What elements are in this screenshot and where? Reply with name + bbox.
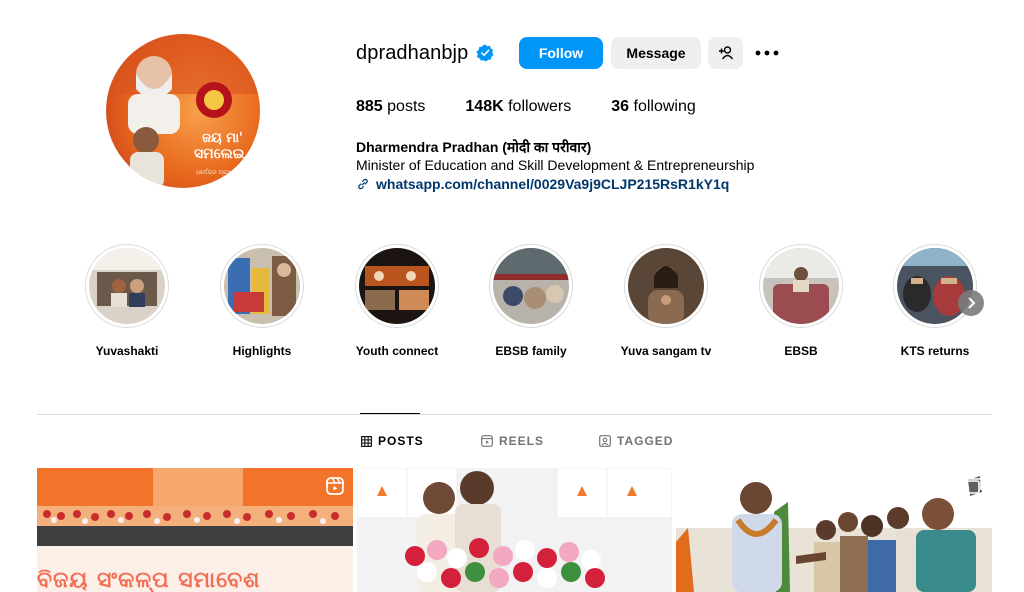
post-tile[interactable] [357,468,672,592]
highlight-item[interactable]: Highlights [219,244,305,358]
bio-full-name: Dharmendra Pradhan (मोदी का परीवार) [356,139,592,155]
grid-icon [361,435,372,447]
tagged-icon [599,435,611,447]
carousel-badge-icon [966,478,982,494]
bio-description: Minister of Education and Skill Developm… [356,157,755,173]
highlight-item[interactable]: Youth connect [354,244,440,358]
reel-badge-icon [326,477,344,495]
tab-reels[interactable]: REELS [481,434,544,448]
post-tile[interactable]: ବିଜୟ ସଂକଳ୍ପ ସମାବେଶ [37,468,353,592]
active-tab-indicator [360,413,420,414]
bio-external-link[interactable]: whatsapp.com/channel/0029Va9j9CLJP215RsR… [356,176,729,192]
svg-text:ଜୟ ମା': ଜୟ ମା' [202,131,243,146]
highlights-next-button[interactable] [958,290,984,316]
tabs-divider [37,414,992,415]
following-stat[interactable]: 36 following [611,98,696,116]
more-options-button[interactable] [754,40,780,66]
tab-posts[interactable]: POSTS [361,434,424,448]
reels-icon [481,435,493,447]
reel-badge-icon [645,477,663,495]
profile-avatar[interactable]: ଜୟ ମା' ସମଲେଇ ଧର୍ମେନ୍ଦ୍ର ପ୍ରଧାନ [106,34,260,188]
link-icon [358,178,368,190]
highlight-label: EBSB family [495,344,567,358]
story-highlights: Yuvashakti Highlights Youth connect EBSB… [84,244,984,364]
more-options-icon [755,50,779,56]
highlight-label: EBSB [784,344,818,358]
follow-button[interactable]: Follow [519,37,603,69]
highlight-item[interactable]: EBSB [758,244,844,358]
message-button[interactable]: Message [611,37,701,69]
username: dpradhanbjp [356,41,469,64]
posts-stat: 885 posts [356,98,426,115]
profile-stats: 885 posts 148K followers 36 following [356,98,736,116]
tab-tagged[interactable]: TAGGED [599,434,673,448]
verified-badge-icon [476,44,494,62]
post-tile[interactable] [676,468,992,592]
highlight-label: Highlights [232,344,292,358]
username-row: dpradhanbjp [356,37,494,69]
profile-tabs: POSTS REELS TAGGED [0,434,1024,450]
bio-link-text[interactable]: whatsapp.com/channel/0029Va9j9CLJP215RsR… [376,176,729,192]
highlight-label: KTS returns [900,344,970,358]
svg-text:ଧର୍ମେନ୍ଦ୍ର ପ୍ରଧାନ: ଧର୍ମେନ୍ଦ୍ର ପ୍ରଧାନ [196,168,237,176]
svg-text:ସମଲେଇ: ସମଲେଇ [194,146,245,162]
post-overlay-text: ବିଜୟ ସଂକଳ୍ପ ସମାବେଶ [37,568,261,592]
suggested-accounts-button[interactable] [708,37,743,69]
chevron-right-icon [968,297,976,309]
add-user-icon [718,46,733,60]
followers-stat[interactable]: 148K followers [465,98,571,116]
highlight-item[interactable]: Yuva sangam tv [621,244,711,358]
highlight-item[interactable]: EBSB family [488,244,574,358]
highlight-label: Yuvashakti [95,344,159,358]
highlight-label: Youth connect [355,344,439,358]
highlight-label: Yuva sangam tv [620,344,712,358]
highlight-item[interactable]: Yuvashakti [84,244,170,358]
